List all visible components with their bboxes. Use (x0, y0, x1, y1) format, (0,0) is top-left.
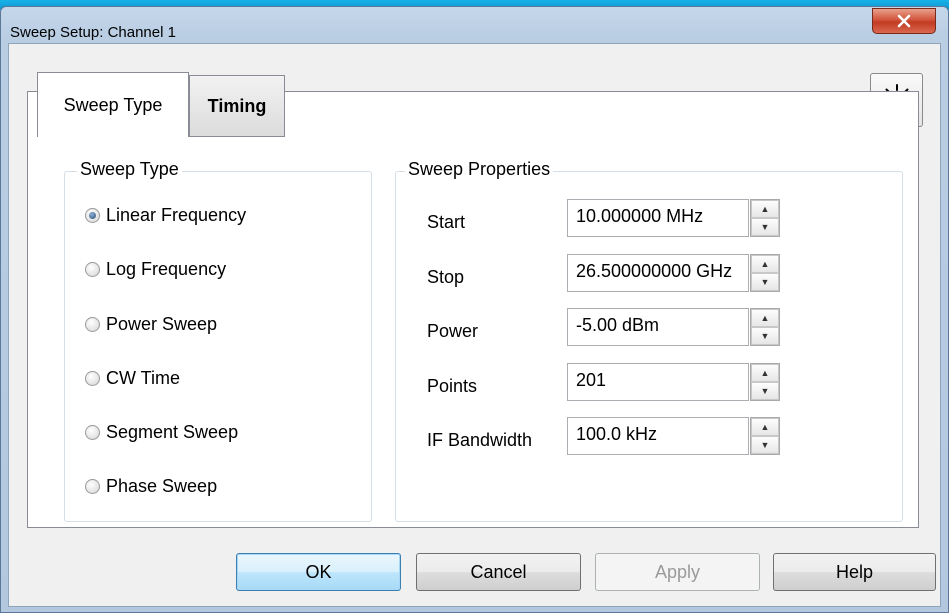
points-field[interactable]: 201 (567, 363, 749, 401)
radio-phase-sweep[interactable]: Phase Sweep (85, 476, 217, 497)
radio-button[interactable] (85, 317, 100, 332)
power-spinner: ▲ ▼ (750, 308, 780, 346)
radio-button[interactable] (85, 262, 100, 277)
if-bandwidth-spinner: ▲ ▼ (750, 417, 780, 455)
help-button[interactable]: Help (773, 553, 936, 591)
points-spinner: ▲ ▼ (750, 363, 780, 401)
tab-panel: Sweep Type Linear Frequency Log Frequenc… (27, 91, 919, 528)
close-icon (897, 14, 911, 28)
chevron-down-icon[interactable]: ▼ (751, 327, 779, 345)
chevron-up-icon[interactable]: ▲ (751, 255, 779, 273)
radio-label: Phase Sweep (106, 476, 218, 496)
sweep-properties-group-label: Sweep Properties (405, 159, 554, 180)
chevron-up-icon[interactable]: ▲ (751, 364, 779, 382)
points-label: Points (427, 376, 478, 396)
stop-field[interactable]: 26.500000000 GHz (567, 254, 749, 292)
radio-segment-sweep[interactable]: Segment Sweep (85, 422, 238, 443)
start-label: Start (427, 212, 466, 232)
chevron-up-icon[interactable]: ▲ (751, 418, 779, 436)
start-spinner: ▲ ▼ (750, 199, 780, 237)
if-bandwidth-field[interactable]: 100.0 kHz (567, 417, 749, 455)
if-bandwidth-label: IF Bandwidth (427, 430, 533, 450)
tab-sweep-type[interactable]: Sweep Type (37, 72, 189, 137)
chevron-down-icon[interactable]: ▼ (751, 436, 779, 454)
power-label: Power (427, 321, 479, 341)
radio-power-sweep[interactable]: Power Sweep (85, 314, 217, 335)
radio-button[interactable] (85, 479, 100, 494)
power-field[interactable]: -5.00 dBm (567, 308, 749, 346)
ok-button[interactable]: OK (236, 553, 401, 591)
radio-selected-dot (89, 212, 96, 219)
radio-linear-frequency[interactable]: Linear Frequency (85, 205, 246, 226)
start-field[interactable]: 10.000000 MHz (567, 199, 749, 237)
stop-label: Stop (427, 267, 465, 287)
radio-label: Power Sweep (106, 314, 218, 334)
chevron-down-icon[interactable]: ▼ (751, 273, 779, 291)
window-title: Sweep Setup: Channel 1 (10, 24, 176, 41)
chevron-up-icon[interactable]: ▲ (751, 200, 779, 218)
radio-label: Linear Frequency (106, 205, 247, 225)
close-button[interactable] (872, 8, 936, 34)
radio-label: CW Time (106, 368, 180, 388)
stop-spinner: ▲ ▼ (750, 254, 780, 292)
radio-button[interactable] (85, 425, 100, 440)
radio-log-frequency[interactable]: Log Frequency (85, 259, 226, 280)
tab-timing[interactable]: Timing (189, 75, 285, 137)
apply-button[interactable]: Apply (595, 553, 760, 591)
chevron-up-icon[interactable]: ▲ (751, 309, 779, 327)
sweep-type-group: Sweep Type Linear Frequency Log Frequenc… (64, 159, 372, 522)
cancel-button[interactable]: Cancel (416, 553, 581, 591)
radio-button[interactable] (85, 208, 100, 223)
chevron-down-icon[interactable]: ▼ (751, 218, 779, 236)
chevron-down-icon[interactable]: ▼ (751, 382, 779, 400)
radio-label: Log Frequency (106, 259, 227, 279)
radio-button[interactable] (85, 371, 100, 386)
sweep-type-group-label: Sweep Type (77, 159, 182, 180)
radio-cw-time[interactable]: CW Time (85, 368, 180, 389)
sweep-properties-group: Sweep Properties Start 10.000000 MHz ▲ ▼… (395, 159, 903, 522)
radio-label: Segment Sweep (106, 422, 239, 442)
